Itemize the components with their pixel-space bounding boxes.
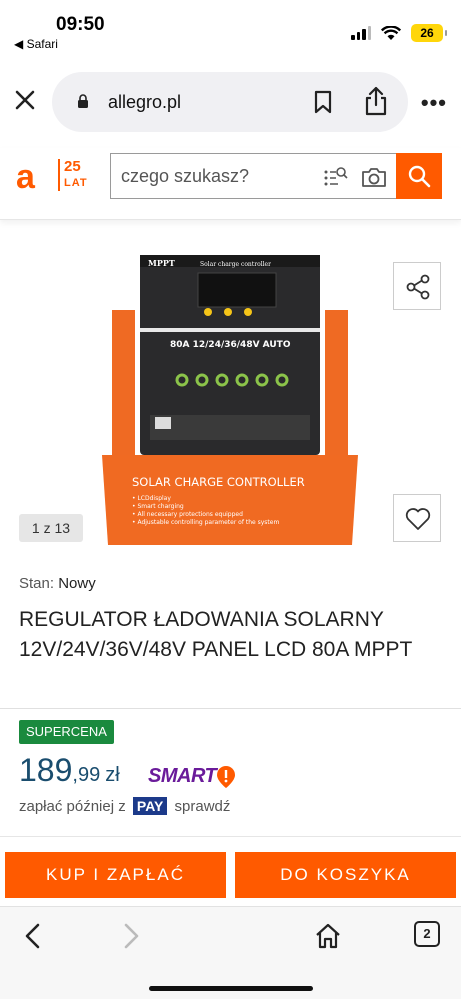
condition: Stan: Nowy xyxy=(19,575,96,592)
image-counter: 1 z 13 xyxy=(19,514,83,542)
browser-bottom-nav: 2 xyxy=(0,906,461,999)
list-search-icon[interactable] xyxy=(323,165,349,189)
search-input[interactable] xyxy=(121,166,311,187)
allegro-logo[interactable]: a xyxy=(16,160,35,194)
supercena-badge: SUPERCENA xyxy=(19,720,114,744)
condition-value: Nowy xyxy=(58,575,96,592)
status-icons: 26 xyxy=(351,24,447,42)
search-box xyxy=(110,153,397,199)
device-header: Solar charge controller xyxy=(200,261,271,268)
favorite-button[interactable] xyxy=(393,494,441,542)
price: 189,99 zł xyxy=(19,752,120,789)
share-nodes-icon xyxy=(406,274,430,300)
price-integer: 189 xyxy=(19,752,73,788)
pay-later-info: zapłać później z PAY sprawdź xyxy=(19,797,230,815)
box-line-3: • All necessary protections equipped xyxy=(132,511,243,518)
box-line-1: • LCDdisplay xyxy=(132,495,171,502)
share-icon[interactable] xyxy=(364,86,388,116)
site-header: a 25 LAT xyxy=(0,148,461,220)
url-text: allegro.pl xyxy=(108,92,182,112)
home-icon[interactable] xyxy=(314,923,342,949)
box-title: SOLAR CHARGE CONTROLLER xyxy=(132,475,305,489)
product-title: REGULATOR ŁADOWANIA SOLARNY 12V/24V/36V/… xyxy=(19,608,413,661)
product-gallery[interactable]: MPPT Solar charge controller 80A 12/24/3… xyxy=(0,240,461,560)
badge-number: 25 xyxy=(64,158,81,175)
price-decimal: ,99 xyxy=(72,764,101,786)
pay-later-check-link[interactable]: sprawdź xyxy=(175,798,231,815)
more-options-button[interactable]: ••• xyxy=(421,90,447,116)
status-bar: 09:50 ◀ Safari 26 xyxy=(0,0,461,56)
add-to-cart-button[interactable]: DO KOSZYKA xyxy=(235,852,456,898)
condition-label: Stan: xyxy=(19,575,55,592)
chevron-left-icon[interactable] xyxy=(22,923,44,949)
address-bar[interactable]: allegro.pl xyxy=(52,72,408,132)
box-line-2: • Smart charging xyxy=(132,503,184,510)
clock: 09:50 xyxy=(56,14,105,35)
battery-indicator: 26 xyxy=(411,24,447,42)
divider xyxy=(0,708,461,709)
anniversary-badge: 25 LAT xyxy=(58,159,88,191)
back-to-safari-link[interactable]: ◀ Safari xyxy=(14,37,58,51)
action-bar: KUP I ZAPŁAĆ DO KOSZYKA xyxy=(0,846,461,906)
pay-later-prefix: zapłać później z xyxy=(19,798,126,815)
share-product-button[interactable] xyxy=(393,262,441,310)
chevron-right-icon[interactable] xyxy=(120,923,142,949)
cellular-signal-icon xyxy=(351,26,371,40)
bookmark-icon[interactable] xyxy=(314,90,332,114)
smart-logo[interactable]: SMART xyxy=(148,765,217,788)
wifi-icon xyxy=(381,25,401,40)
price-currency: zł xyxy=(105,764,120,786)
browser-toolbar: allegro.pl ••• xyxy=(0,70,461,134)
tabs-button[interactable]: 2 xyxy=(414,921,440,947)
pay-badge: PAY xyxy=(132,797,168,815)
lock-icon xyxy=(78,94,88,108)
heart-icon xyxy=(405,508,431,530)
smart-badge-icon xyxy=(217,766,235,788)
search-button[interactable] xyxy=(396,153,442,199)
badge-text: LAT xyxy=(64,177,88,189)
home-indicator xyxy=(149,986,313,991)
buy-now-button[interactable]: KUP I ZAPŁAĆ xyxy=(5,852,226,898)
device-label: 80A 12/24/36/48V AUTO xyxy=(170,340,291,350)
search-icon xyxy=(408,165,431,188)
device-brand: MPPT xyxy=(148,258,175,268)
product-image[interactable]: MPPT Solar charge controller 80A 12/24/3… xyxy=(90,240,370,560)
divider xyxy=(0,836,461,837)
camera-icon[interactable] xyxy=(361,166,387,188)
box-line-4: • Adjustable controlling parameter of th… xyxy=(132,519,279,526)
close-icon[interactable] xyxy=(10,85,40,115)
